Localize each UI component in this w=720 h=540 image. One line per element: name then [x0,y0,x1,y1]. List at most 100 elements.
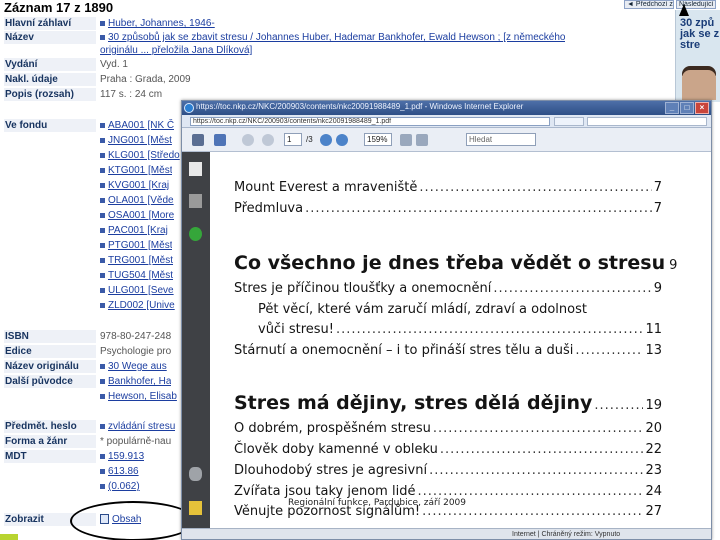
zoom-out-icon[interactable] [320,134,332,146]
page-down-icon[interactable] [262,134,274,146]
link-bullet-icon [100,167,105,173]
holding-link[interactable]: TRG001 [Měst [108,255,173,266]
link-bullet-icon [100,197,105,203]
title-link-line2[interactable]: originálu ... přeložila Jana Dlíková] [100,45,252,56]
field-value-main-heading: Huber, Johannes, 1946- [100,17,215,30]
toc-entry-page: 7 [653,180,662,195]
record-counter: Záznam 17 z 1890 [4,0,114,15]
original-title-link[interactable]: 30 Wege aus [108,361,167,372]
leader-dots [336,322,643,337]
page-up-icon[interactable] [242,134,254,146]
field-value-isbn: 978-80-247-248 [100,331,172,342]
zoom-in-icon[interactable] [336,134,348,146]
toc-entry-page: 20 [645,421,662,436]
holding-item: OSA001 [More [100,209,174,222]
toc-entry-page: 7 [653,201,662,216]
field-label-isbn: ISBN [4,330,96,343]
toc-entry: Zvířata jsou taky jenom lidé 24 [234,484,662,499]
holding-link[interactable]: OLA001 [Věde [108,195,174,206]
toc-entry-title: Věnujte pozornost signálům! [234,504,421,519]
previous-record-button[interactable]: ◄ Předchozí záznam [624,0,674,9]
toc-entry: Věnujte pozornost signálům! 27 [234,504,662,519]
close-button[interactable]: × [695,102,709,114]
holding-link[interactable]: KLG001 [Středo [108,150,180,161]
fit-page-icon[interactable] [416,134,428,146]
holding-link[interactable]: JNG001 [Měst [108,135,172,146]
field-label-genre: Forma a žánr [4,435,96,448]
field-label-publisher: Nakl. údaje [4,73,96,86]
browser-titlebar[interactable]: https://toc.nkp.cz/NKC/200903/contents/n… [182,101,711,115]
holding-link[interactable]: TUG504 [Měst [108,270,173,281]
subject-link[interactable]: zvládání stresu [108,421,175,432]
toc-entry-title: Člověk doby kamenné v obleku [234,442,438,457]
link-bullet-icon [100,212,105,218]
zoom-select[interactable]: 159% [364,133,392,146]
toc-entry: O dobrém, prospěšném stresu 20 [234,421,662,436]
pages-icon[interactable] [189,162,202,176]
toc-chapter-title: Co všechno je dnes třeba vědět o stresu [234,252,666,274]
other-author-link[interactable]: Hewson, Elisab [108,391,177,402]
browser-window: https://toc.nkp.cz/NKC/200903/contents/n… [181,100,712,540]
status-text: Internet | Chráněný režim: Vypnuto [512,531,621,538]
toc-entry-title: Pět věcí, které vám zaručí mládí, zdraví… [258,302,587,317]
print-icon[interactable] [192,134,204,146]
other-author-link[interactable]: Bankhofer, Ha [108,376,171,387]
field-label-main-heading: Hlavní záhlaví [4,17,96,30]
link-bullet-icon [100,34,105,40]
holding-item: OLA001 [Věde [100,194,174,207]
link-bullet-icon [100,423,105,429]
toc-entry-page: 9 [669,258,678,273]
field-label-holdings: Ve fondu [4,119,96,132]
toc-entry-title: O dobrém, prospěšném stresu [234,421,431,436]
toc-entry-page: 19 [645,398,662,413]
field-label-extent: Popis (rozsah) [4,88,96,101]
page-number-input[interactable]: 1 [284,133,302,146]
toc-chapter: Stres má dějiny, stres dělá dějiny 19 [234,392,662,414]
link-bullet-icon [100,122,105,128]
udc-link[interactable]: (0.062) [108,481,140,492]
minimize-button[interactable]: _ [665,102,679,114]
find-input[interactable]: Hledat [466,133,536,146]
field-label-title: Název [4,31,96,44]
link-bullet-icon [100,393,105,399]
holding-link[interactable]: KVG001 [Kraj [108,180,169,191]
link-bullet-icon [100,453,105,459]
book-cover-thumbnail[interactable]: 30 způ jak se z stre [675,10,720,102]
leader-dots [305,201,652,216]
web-search-box[interactable] [587,117,707,126]
holding-link[interactable]: ZLD002 [Unive [108,300,175,311]
field-label-other-authors: Další původce [4,375,96,388]
toc-entry-title: Stárnutí a onemocnění – i to přináší str… [234,343,574,358]
lock-icon[interactable] [189,501,202,515]
leader-dots [429,463,643,478]
link-bullet-icon [100,227,105,233]
browser-status-bar: Internet | Chráněný režim: Vypnuto [182,528,711,539]
refresh-stop-buttons[interactable] [554,117,584,126]
save-icon[interactable] [214,134,226,146]
holding-link[interactable]: ABA001 [NK Č [108,120,174,131]
bookmark-icon[interactable] [189,194,202,208]
holding-link[interactable]: OSA001 [More [108,210,174,221]
field-value-title: 30 způsobů jak se zbavit stresu / Johann… [100,31,565,44]
holding-link[interactable]: PTG001 [Měst [108,240,172,251]
leader-dots [575,343,643,358]
holding-link[interactable]: PAC001 [Kraj [108,225,168,236]
udc-link[interactable]: 159.913 [108,451,144,462]
field-value-genre: * populárně-nau [100,436,172,447]
address-field[interactable]: https://toc.nkp.cz/NKC/200903/contents/n… [190,117,550,126]
holding-link[interactable]: ULG001 [Seve [108,285,174,296]
toc-entry-page: 24 [645,484,662,499]
toc-entry-page: 13 [645,343,662,358]
title-link[interactable]: 30 způsobů jak se zbavit stresu / Johann… [108,32,565,43]
udc-link[interactable]: 613.86 [108,466,139,477]
toc-entry-page: 22 [645,442,662,457]
link-bullet-icon [100,257,105,263]
maximize-button[interactable]: □ [680,102,694,114]
help-icon[interactable] [189,227,202,241]
leader-dots [493,281,651,296]
attachment-icon[interactable] [189,467,202,481]
fit-width-icon[interactable] [400,134,412,146]
slide-accent-bar [0,534,18,540]
author-link[interactable]: Huber, Johannes, 1946- [108,18,215,29]
holding-link[interactable]: KTG001 [Měst [108,165,172,176]
